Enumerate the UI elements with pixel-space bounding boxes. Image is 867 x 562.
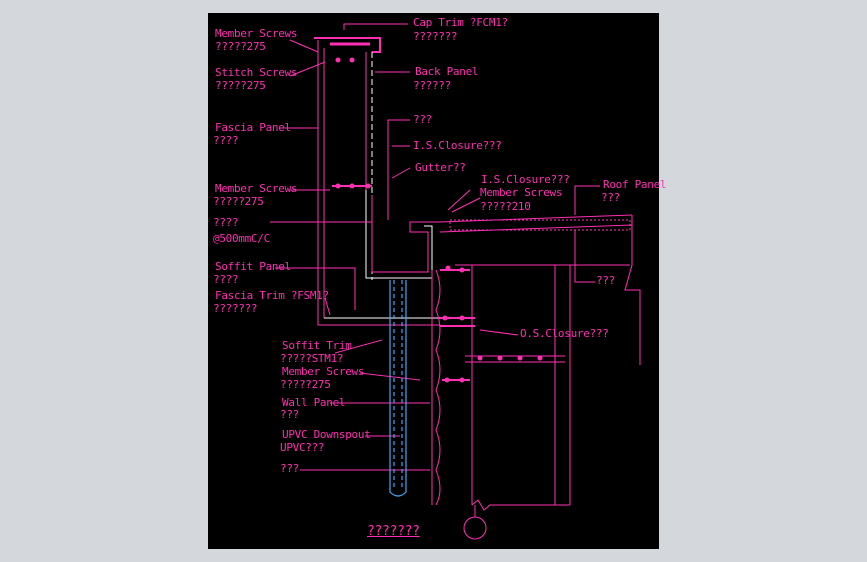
label-member-screws-4-sub: ?????275 [280,378,331,391]
label-member-screws-3: Member Screws [215,182,298,195]
label-q3-b: ??? [596,274,615,287]
label-q3-c: ??? [280,462,299,475]
label-member-screws-1-sub: ?????275 [215,40,266,53]
label-is-closure-1: I.S.Closure??? [413,139,502,152]
label-member-screws-3-sub: ?????275 [213,195,264,208]
label-member-screws-4: Member Screws [282,365,365,378]
label-stitch-screws: Stitch Screws [215,66,298,79]
label-fascia-trim-sub: ??????? [213,302,258,315]
label-soffit-trim: Soffit Trim [282,339,352,352]
label-q3-a: ??? [413,113,432,126]
label-member-screws-2: Member Screws [480,186,563,199]
label-wall-panel-sub: ??? [280,408,299,421]
label-os-closure: O.S.Closure??? [520,327,609,340]
label-stitch-screws-sub: ?????275 [215,79,266,92]
label-soffit-panel: Soffit Panel [215,260,291,273]
label-soffit-trim-sub: ?????STM1? [280,352,344,365]
label-gutter: Gutter?? [415,161,466,174]
label-spacing: ???? [213,216,239,229]
cad-viewport: Cap Trim ?FCM1? ??????? Member Screws ??… [0,0,867,562]
label-soffit-panel-sub: ???? [213,273,239,286]
drawing-sheet [208,13,659,549]
drawing-title: ??????? [367,524,420,539]
label-spacing-sub: @500mmC/C [213,232,270,245]
label-roof-panel: Roof Panel [603,178,667,191]
label-back-panel: Back Panel [415,65,479,78]
label-fascia-trim: Fascia Trim ?FSM1? [215,289,329,302]
label-cap-trim: Cap Trim ?FCM1? [413,16,508,29]
label-fascia-panel-sub: ???? [213,134,239,147]
label-fascia-panel: Fascia Panel [215,121,291,134]
label-member-screws-2-sub: ?????210 [480,200,531,213]
label-cap-trim-sub: ??????? [413,30,458,43]
label-downspout: UPVC Downspout [282,428,371,441]
label-roof-panel-sub: ??? [601,191,620,204]
label-back-panel-sub: ?????? [413,79,451,92]
label-is-closure-2: I.S.Closure??? [481,173,570,186]
label-member-screws-1: Member Screws [215,27,298,40]
label-downspout-sub: UPVC??? [280,441,325,454]
